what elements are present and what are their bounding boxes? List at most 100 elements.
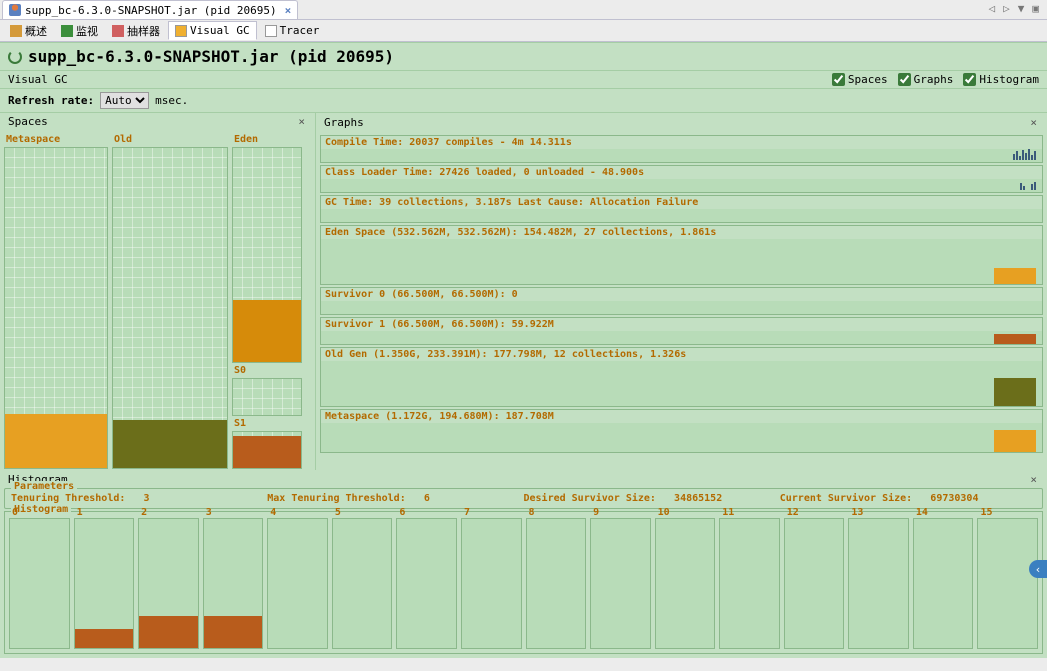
file-tab-title: supp_bc-6.3.0-SNAPSHOT.jar (pid 20695) [25,4,277,17]
checkbox-histogram-label: Histogram [979,73,1039,86]
tracer-icon [265,25,277,37]
nav-down-icon[interactable]: ▼ [1018,2,1025,17]
histogram-bin-label: 1 [77,507,83,518]
histogram-bin: 8 [526,518,587,649]
main-panels: Spaces × Metaspace Old Eden S0 [0,113,1047,470]
bar-icon [994,334,1036,344]
window-nav: ◁ ▷ ▼ ▣ [981,0,1047,19]
histogram-bin-label: 8 [529,507,535,518]
spaces-body: Metaspace Old Eden S0 S1 [0,130,315,473]
histogram-bin-label: 3 [206,507,212,518]
graph-survivor1-label: Survivor 1 (66.500M, 66.500M): 59.922M [325,319,554,330]
checkbox-histogram[interactable]: Histogram [963,73,1039,86]
histogram-bin-label: 13 [851,507,863,518]
s1-label: S1 [232,418,302,429]
close-tab-icon[interactable]: × [285,4,292,17]
top-tab-bar: supp_bc-6.3.0-SNAPSHOT.jar (pid 20695) ×… [0,0,1047,20]
nav-menu-icon[interactable]: ▣ [1032,2,1039,17]
nav-left-icon[interactable]: ◁ [989,2,996,17]
histogram-bin-label: 2 [141,507,147,518]
graph-metaspace-label: Metaspace (1.172G, 194.680M): 187.708M [325,411,554,422]
graphs-close-icon[interactable]: × [1028,116,1039,129]
side-handle[interactable]: ‹ [1029,560,1047,578]
graph-old-gen: Old Gen (1.350G, 233.391M): 177.798M, 12… [320,347,1043,407]
histogram-panel: Histogram × Parameters Tenuring Threshol… [0,470,1047,658]
histogram-legend: Histogram [11,504,71,515]
current-survivor-value: 69730304 [930,493,978,504]
histogram-bin-fill [75,629,134,648]
graph-eden-space-label: Eden Space (532.562M, 532.562M): 154.482… [325,227,716,238]
max-tenuring-value: 6 [424,493,430,504]
graph-compile-time: Compile Time: 20037 compiles - 4m 14.311… [320,135,1043,163]
spaces-close-icon[interactable]: × [296,115,307,128]
histogram-bin: 5 [332,518,393,649]
graph-survivor0: Survivor 0 (66.500M, 66.500M): 0 [320,287,1043,315]
old-label: Old [112,134,228,145]
histogram-bin-fill [139,616,198,648]
refresh-row: Refresh rate: Auto msec. [0,89,1047,113]
checkbox-spaces-input[interactable] [832,73,845,86]
refresh-select[interactable]: Auto [100,92,149,109]
graph-class-loader-label: Class Loader Time: 27426 loaded, 0 unloa… [325,167,644,178]
histogram-bin: 0 [9,518,70,649]
refresh-label: Refresh rate: [8,94,94,107]
histogram-bin: 6 [396,518,457,649]
graph-survivor1: Survivor 1 (66.500M, 66.500M): 59.922M [320,317,1043,345]
tab-sampler-label: 抽样器 [127,23,160,39]
tab-sampler[interactable]: 抽样器 [106,21,166,41]
spaces-title: Spaces [8,115,48,128]
tab-tracer[interactable]: Tracer [259,22,326,39]
histogram-bin: 13 [848,518,909,649]
reload-icon[interactable] [8,50,22,64]
spaces-header: Spaces × [0,113,315,130]
histogram-close-icon[interactable]: × [1028,473,1039,486]
sparkline-icon [1020,182,1036,190]
desired-survivor-value: 34865152 [674,493,722,504]
visual-gc-label: Visual GC [8,73,68,86]
histogram-bin-label: 12 [787,507,799,518]
histogram-bin-label: 0 [12,507,18,518]
checkbox-graphs-input[interactable] [898,73,911,86]
tab-overview[interactable]: 概述 [4,21,53,41]
nav-right-icon[interactable]: ▷ [1003,2,1010,17]
sub-tab-bar: 概述 监视 抽样器 Visual GC Tracer [0,20,1047,42]
histogram-bin: 12 [784,518,845,649]
histogram-bin: 11 [719,518,780,649]
graph-old-gen-label: Old Gen (1.350G, 233.391M): 177.798M, 12… [325,349,686,360]
histogram-bin-label: 4 [270,507,276,518]
histogram-bin: 10 [655,518,716,649]
sampler-icon [112,25,124,37]
spaces-panel: Spaces × Metaspace Old Eden S0 [0,113,316,470]
current-survivor-label: Current Survivor Size: [780,493,912,504]
page-title: supp_bc-6.3.0-SNAPSHOT.jar (pid 20695) [28,47,394,66]
graph-survivor0-label: Survivor 0 (66.500M, 66.500M): 0 [325,289,518,300]
graphs-header: Graphs × [316,113,1047,131]
histogram-bin-fill [204,616,263,648]
histogram-bin-label: 9 [593,507,599,518]
tab-monitor-label: 监视 [76,23,98,39]
overview-icon [10,25,22,37]
refresh-unit: msec. [155,94,188,107]
graph-metaspace: Metaspace (1.172G, 194.680M): 187.708M [320,409,1043,453]
tab-monitor[interactable]: 监视 [55,21,104,41]
checkbox-spaces[interactable]: Spaces [832,73,888,86]
parameters-legend: Parameters [11,481,77,492]
bar-icon [994,430,1036,452]
histogram-columns: 0123456789101112131415 [5,512,1042,653]
graphs-body: Compile Time: 20037 compiles - 4m 14.311… [316,131,1047,470]
histogram-bin-label: 10 [658,507,670,518]
file-tab[interactable]: supp_bc-6.3.0-SNAPSHOT.jar (pid 20695) × [2,0,298,19]
graphs-panel: Graphs × Compile Time: 20037 compiles - … [316,113,1047,470]
checkbox-histogram-input[interactable] [963,73,976,86]
histogram-bin: 7 [461,518,522,649]
desired-survivor-label: Desired Survivor Size: [524,493,656,504]
monitor-icon [61,25,73,37]
tab-visual-gc[interactable]: Visual GC [168,21,257,40]
visual-gc-icon [175,25,187,37]
tab-tracer-label: Tracer [280,24,320,37]
tenuring-threshold-label: Tenuring Threshold: [11,493,125,504]
histogram-bin: 14 [913,518,974,649]
checkbox-graphs[interactable]: Graphs [898,73,954,86]
eden-label: Eden [232,134,302,145]
histogram-bin-label: 14 [916,507,928,518]
